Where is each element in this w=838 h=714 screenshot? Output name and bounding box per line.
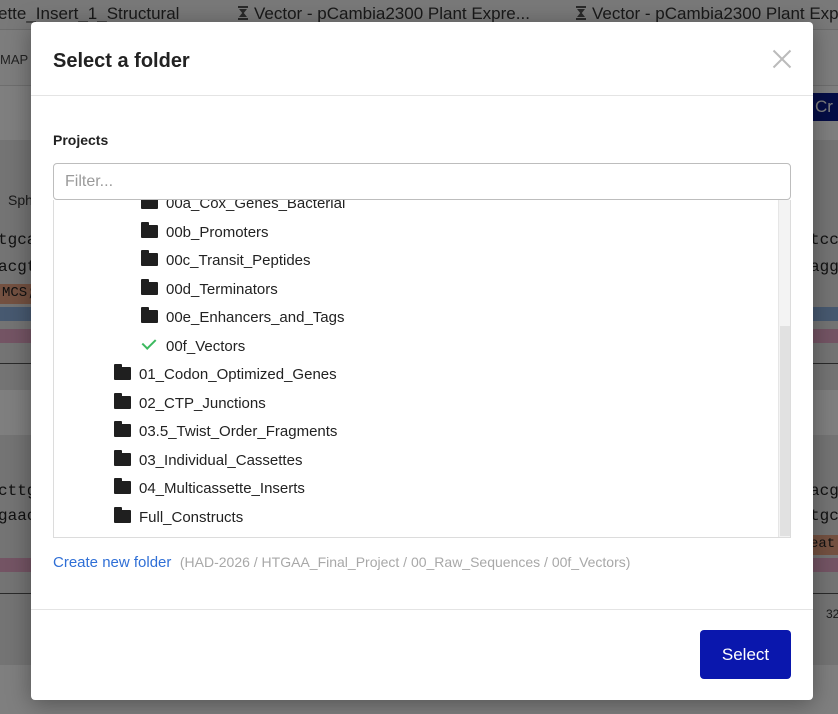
folder-label: Full_Constructs — [139, 508, 244, 526]
folder-item[interactable]: 00b_Promoters — [54, 221, 778, 252]
folder-item[interactable]: 03.5_Twist_Order_Fragments — [54, 421, 778, 451]
folder-item[interactable]: 00e_Enhancers_and_Tags — [54, 307, 778, 337]
folder-icon — [114, 449, 131, 466]
folder-item[interactable]: 00a_Cox_Genes_Bacterial — [54, 200, 778, 223]
folder-label: 00e_Enhancers_and_Tags — [166, 309, 345, 326]
folder-label: 00a_Cox_Genes_Bacterial — [166, 200, 346, 212]
folder-item[interactable]: Full_Constructs — [54, 506, 778, 537]
folder-label: 00f_Vectors — [166, 337, 246, 355]
folder-icon — [114, 364, 131, 380]
folder-label: 00b_Promoters — [166, 223, 269, 241]
folder-label: 00d_Terminators — [166, 280, 278, 298]
folder-label: 02_CTP_Junctions — [139, 394, 266, 412]
filter-input[interactable] — [53, 163, 791, 200]
folder-list: 00a_Cox_Genes_Bacterial 00b_Promoters 00c_… — [54, 200, 778, 536]
folder-item[interactable]: 03_Individual_Cassettes — [54, 449, 778, 480]
folder-label: 03_Individual_Cassettes — [139, 451, 303, 469]
dialog-header: Select a folder — [31, 22, 813, 96]
folder-icon — [114, 421, 131, 437]
create-folder-row: Create new folder (HAD-2026 / HTGAA_Fina… — [53, 554, 630, 572]
folder-icon — [114, 506, 131, 523]
scrollbar-thumb[interactable] — [780, 326, 790, 536]
folder-icon — [141, 221, 158, 238]
footer-divider — [31, 609, 813, 610]
folder-item[interactable]: 01_Codon_Optimized_Genes — [54, 364, 778, 394]
folder-icon — [141, 307, 158, 323]
check-icon — [141, 336, 157, 350]
folder-icon — [114, 478, 131, 494]
folder-icon — [141, 278, 158, 295]
folder-icon — [141, 200, 158, 209]
selected-folder-path: (HAD-2026 / HTGAA_Final_Project / 00_Raw… — [179, 554, 631, 570]
dialog-title: Select a folder — [53, 50, 190, 72]
folder-item[interactable]: 00d_Terminators — [54, 278, 778, 309]
select-folder-dialog: Select a folder Projects 00a_Cox_Genes_B… — [31, 22, 813, 700]
close-icon[interactable] — [771, 48, 793, 70]
folder-label: 03.5_Twist_Order_Fragments — [139, 423, 338, 440]
folder-icon — [114, 392, 131, 409]
folder-tree: 00a_Cox_Genes_Bacterial 00b_Promoters 00c_… — [53, 200, 791, 538]
folder-item[interactable]: 04_Multicassette_Inserts — [54, 478, 778, 508]
folder-item[interactable]: 02_CTP_Junctions — [54, 392, 778, 423]
folder-tree-scrollbar[interactable] — [778, 200, 790, 537]
folder-label: 00c_Transit_Peptides — [166, 252, 311, 269]
create-new-folder-link[interactable]: Create new folder — [53, 554, 171, 571]
folder-label: 01_Codon_Optimized_Genes — [139, 366, 337, 383]
folder-label: 04_Multicassette_Inserts — [139, 480, 305, 497]
folder-icon — [141, 250, 158, 266]
folder-item[interactable]: 00f_Vectors — [54, 337, 778, 366]
folder-item[interactable]: 00c_Transit_Peptides — [54, 250, 778, 280]
select-button[interactable]: Select — [700, 630, 791, 679]
projects-label: Projects — [53, 132, 109, 148]
